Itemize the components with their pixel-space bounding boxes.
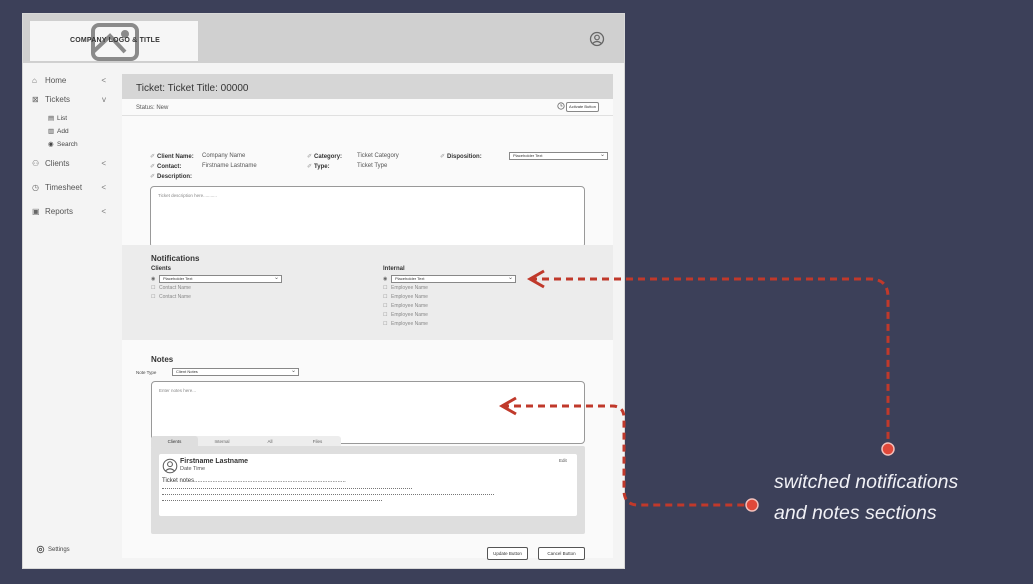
type-value: Ticket Type — [357, 163, 388, 169]
checkbox-icon: ☐ — [151, 285, 156, 291]
notes-title: Notes — [151, 355, 174, 364]
sidebar-item-home[interactable]: ⌂ Home < — [32, 76, 106, 85]
timesheet-icon: ◷ — [32, 183, 39, 192]
note-line — [162, 500, 382, 501]
client-contact-checkbox[interactable]: ☐ Contact Name — [151, 285, 191, 291]
internal-header: Internal — [383, 266, 405, 272]
cancel-button[interactable]: Cancel Button — [538, 547, 585, 560]
list-icon: ▤ — [48, 115, 55, 122]
company-logo[interactable]: COMPANY LOGO & TITLE — [29, 20, 199, 62]
note-line — [162, 488, 412, 489]
checkbox-icon: ☐ — [383, 294, 388, 300]
note-type-select[interactable]: Client Notes ⌄ — [172, 368, 299, 376]
sidebar-item-tickets[interactable]: ⊠ Tickets v — [32, 95, 106, 104]
sidebar-item-timesheet[interactable]: ◷ Timesheet < — [32, 183, 106, 192]
radio-icon[interactable]: ◉ — [383, 276, 387, 282]
description-label: ✐ Description: — [150, 174, 193, 180]
update-button[interactable]: Update Button — [487, 547, 528, 560]
chevron-left-icon: < — [101, 183, 106, 192]
employee-checkbox[interactable]: ☐ Employee Name — [383, 321, 428, 327]
logo-title: COMPANY LOGO & TITLE — [69, 37, 161, 44]
checkbox-icon: ☐ — [383, 285, 388, 291]
sidebar-subitem-search[interactable]: ◉ Search — [48, 140, 78, 149]
add-icon: ▥ — [48, 128, 55, 135]
clock-icon — [557, 102, 565, 110]
chevron-left-icon: < — [101, 159, 106, 168]
description-textarea[interactable]: Ticket description here........... — [150, 186, 585, 248]
status-text: Status: New — [136, 105, 169, 111]
settings-link[interactable]: Settings — [36, 545, 70, 554]
sidebar-subitem-list[interactable]: ▤ List — [48, 114, 67, 123]
employee-checkbox[interactable]: ☐ Employee Name — [383, 312, 428, 318]
disposition-label: ✐ Disposition: — [440, 154, 482, 160]
chevron-left-icon: < — [101, 207, 106, 216]
note-type-label: Note Type — [136, 370, 157, 375]
chevron-down-icon: v — [102, 95, 106, 104]
disposition-select[interactable]: Placeholder Text ⌄ — [509, 152, 608, 160]
chevron-down-icon: ⌄ — [273, 275, 279, 281]
gear-icon — [36, 545, 45, 554]
sidebar-item-reports[interactable]: ▣ Reports < — [32, 207, 106, 216]
checkbox-icon: ☐ — [383, 312, 388, 318]
employee-checkbox[interactable]: ☐ Employee Name — [383, 285, 428, 291]
category-label: ✐ Category: — [307, 154, 343, 160]
note-text: Ticket notes............................… — [162, 478, 346, 484]
type-label: ✐ Type: — [307, 164, 330, 170]
pencil-icon: ✐ — [307, 154, 313, 160]
sidebar-subitem-add[interactable]: ▥ Add — [48, 127, 69, 136]
notifications-title: Notifications — [151, 254, 200, 263]
pencil-icon: ✐ — [307, 164, 313, 170]
chevron-down-icon: ⌄ — [507, 275, 513, 281]
notifications-section: Notifications Clients ◉ Placeholder Text… — [122, 245, 613, 340]
clients-header: Clients — [151, 266, 172, 272]
avatar — [162, 458, 178, 474]
pencil-icon: ✐ — [150, 174, 156, 180]
home-icon: ⌂ — [32, 76, 37, 85]
contact-value: Firstname Lastname — [202, 163, 257, 169]
client-name-label: ✐ Client Name: — [150, 154, 194, 160]
pencil-icon: ✐ — [150, 154, 156, 160]
contact-label: ✐ Contact: — [150, 164, 182, 170]
ticket-icon: ⊠ — [32, 95, 39, 104]
main-content: Ticket: Ticket Title: 00000 Status: New … — [122, 74, 613, 560]
category-value: Ticket Category — [357, 153, 399, 159]
activate-button[interactable]: Activate Button — [566, 102, 599, 112]
users-icon: ⚇ — [32, 159, 40, 168]
report-icon: ▣ — [32, 207, 40, 216]
pencil-icon: ✐ — [440, 154, 446, 160]
user-circle-icon[interactable] — [589, 31, 605, 47]
title-bar: Ticket: Ticket Title: 00000 — [122, 74, 613, 99]
page-title: Ticket: Ticket Title: 00000 — [136, 83, 249, 94]
divider — [122, 115, 613, 116]
eye-icon: ◉ — [48, 141, 54, 148]
app-window: COMPANY LOGO & TITLE ⌂ Home < ⊠ Tickets … — [22, 13, 625, 569]
note-date: Date Time — [180, 466, 206, 472]
note-card: Firstname Lastname Date Time Edit Ticket… — [159, 454, 577, 516]
top-bar: COMPANY LOGO & TITLE — [23, 14, 624, 63]
chevron-down-icon: ⌄ — [599, 152, 605, 158]
clients-notify-select[interactable]: Placeholder Text ⌄ — [159, 275, 282, 283]
edit-link[interactable]: Edit — [559, 458, 567, 463]
checkbox-icon: ☐ — [383, 321, 388, 327]
checkbox-icon: ☐ — [383, 303, 388, 309]
checkbox-icon: ☐ — [151, 294, 156, 300]
notes-textarea[interactable]: Enter notes here... — [151, 381, 585, 444]
chevron-left-icon: < — [101, 76, 106, 85]
client-name-value: Company Name — [202, 153, 246, 159]
sidebar-item-clients[interactable]: ⚇ Clients < — [32, 159, 106, 168]
employee-checkbox[interactable]: ☐ Employee Name — [383, 303, 428, 309]
pencil-icon: ✐ — [150, 164, 156, 170]
note-author: Firstname Lastname — [180, 458, 249, 465]
annotation-caption: switched notifications and notes section… — [774, 471, 959, 524]
sidebar: ⌂ Home < ⊠ Tickets v ▤ List ▥ Add ◉ Sear… — [23, 63, 114, 568]
internal-notify-select[interactable]: Placeholder Text ⌄ — [391, 275, 516, 283]
client-contact-checkbox[interactable]: ☐ Contact Name — [151, 294, 191, 300]
radio-icon[interactable]: ◉ — [151, 276, 155, 282]
employee-checkbox[interactable]: ☐ Employee Name — [383, 294, 428, 300]
chevron-down-icon: ⌄ — [290, 368, 296, 374]
note-line — [162, 494, 494, 495]
